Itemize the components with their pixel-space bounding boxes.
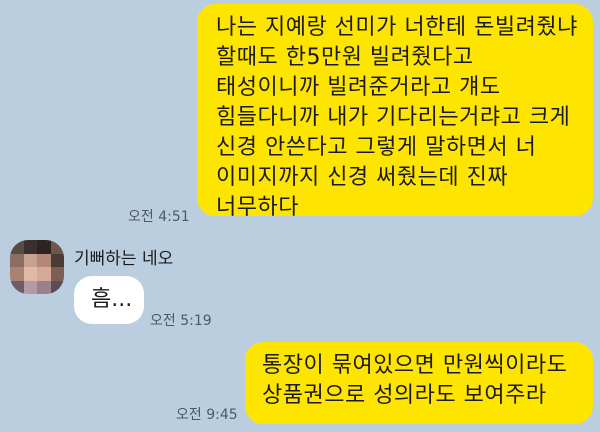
profile-avatar[interactable] [10, 240, 64, 294]
incoming-message-bubble[interactable]: 흠... [74, 276, 144, 324]
message-line: 통장이 묶여있으면 만원씩이라도 [262, 353, 568, 378]
message-line: 이미지까지 신경 써줬는데 진짜 [216, 165, 509, 190]
avatar-pixel [37, 253, 51, 267]
avatar-pixel [50, 280, 64, 294]
message-line: 너무하다 [216, 195, 299, 220]
avatar-pixel [37, 267, 51, 281]
message-line: 상품권으로 성의라도 보여주라 [262, 383, 547, 408]
avatar-pixel [23, 267, 37, 281]
message-timestamp: 오전 9:45 [176, 407, 238, 423]
message-timestamp: 오전 4:51 [128, 209, 190, 225]
avatar-pixel [10, 280, 24, 294]
avatar-pixel [50, 267, 64, 281]
outgoing-message-bubble[interactable]: 통장이 묶여있으면 만원씩이라도 상품권으로 성의라도 보여주라 [245, 342, 593, 424]
message-line: 신경 안쓴다고 그렇게 말하면서 너 [216, 135, 537, 160]
avatar-pixel [10, 267, 24, 281]
avatar-pixel [10, 253, 24, 267]
avatar-pixel [23, 240, 37, 254]
avatar-pixel [23, 280, 37, 294]
avatar-pixel [10, 240, 24, 254]
avatar-pixel [50, 240, 64, 254]
message-text: 흠... [91, 287, 133, 312]
chat-room: 나는 지예랑 선미가 너한테 돈빌려줬냐 할때도 한5만원 빌려줬다고 태성이니… [0, 0, 600, 432]
avatar-pixel [37, 280, 51, 294]
message-line: 나는 지예랑 선미가 너한테 돈빌려줬냐 [216, 15, 578, 40]
message-line: 할때도 한5만원 빌려줬다고 [216, 45, 474, 70]
outgoing-message-bubble[interactable]: 나는 지예랑 선미가 너한테 돈빌려줬냐 할때도 한5만원 빌려줬다고 태성이니… [197, 4, 593, 220]
avatar-pixel [23, 253, 37, 267]
message-line: 힘들다니까 내가 기다리는거랴고 크게 [216, 105, 571, 130]
message-line: 태성이니까 빌려준거라고 걔도 [216, 75, 501, 100]
message-timestamp: 오전 5:19 [150, 313, 212, 329]
avatar-pixel [37, 240, 51, 254]
avatar-pixel [50, 253, 64, 267]
sender-name: 기뻐하는 네오 [74, 249, 174, 269]
